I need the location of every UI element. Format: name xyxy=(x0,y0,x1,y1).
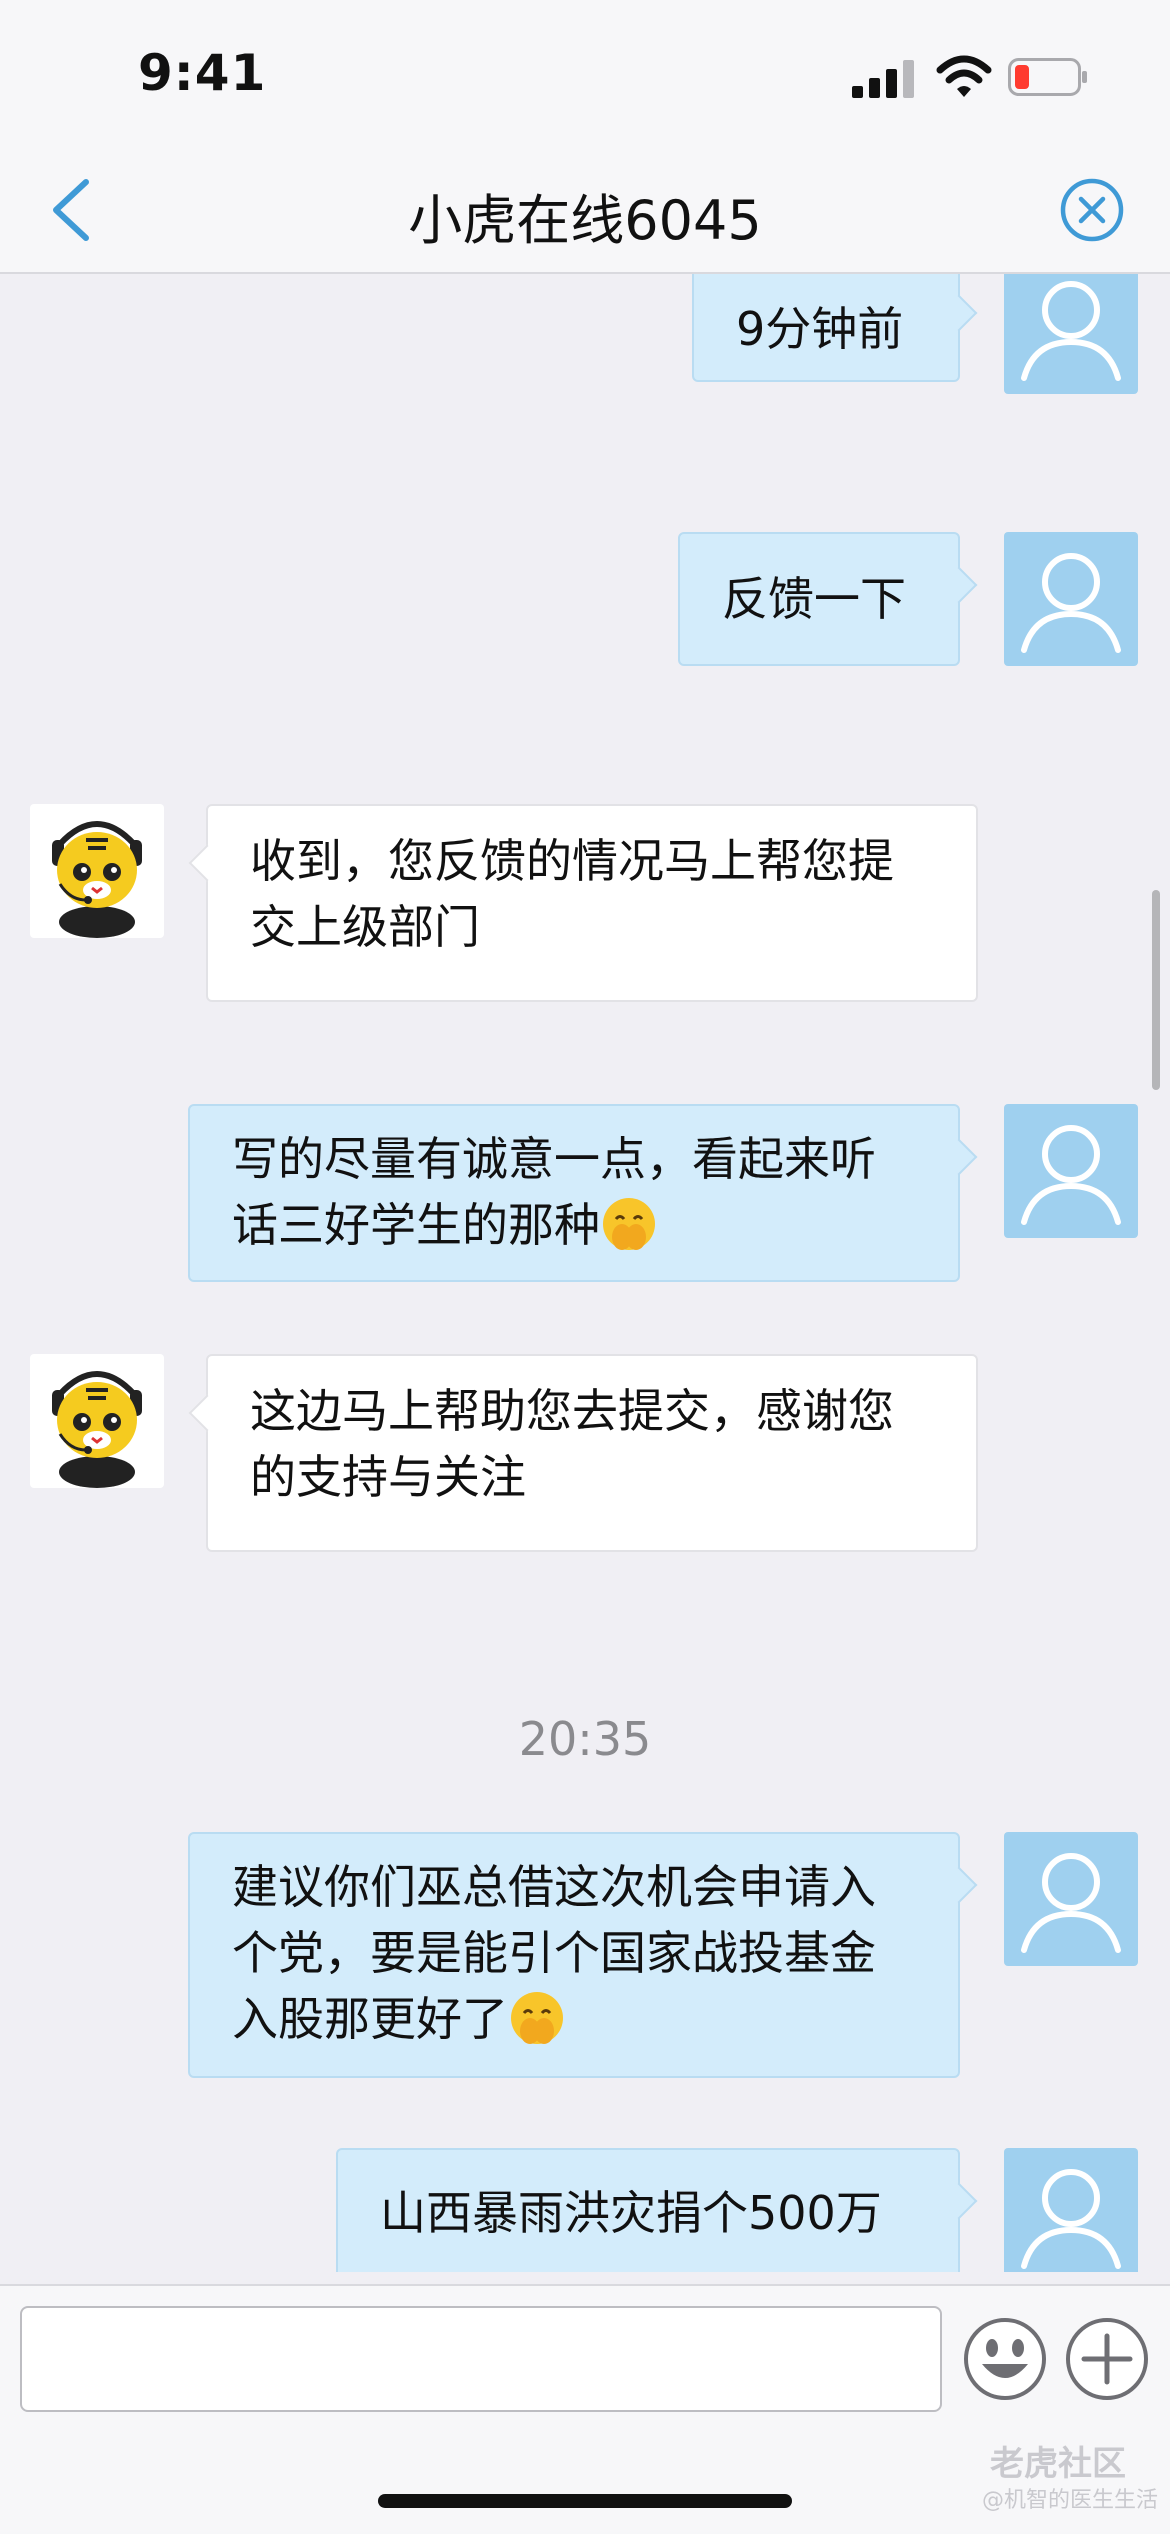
user-avatar-icon xyxy=(1021,2169,1121,2269)
nav-bar: 小虎在线6045 xyxy=(0,150,1170,274)
user-avatar-icon xyxy=(1021,553,1121,653)
chat-message-list[interactable]: 9分钟前 反馈一下 收到，您反馈的情况马上帮您提交上级部门 写的尽量有诚意一点，… xyxy=(0,274,1170,2272)
message-bubble-agent: 这边马上帮助您去提交，感谢您的支持与关注 xyxy=(206,1354,978,1552)
hands-over-mouth-emoji-icon xyxy=(511,1992,563,2044)
user-avatar[interactable] xyxy=(1004,1832,1138,1966)
add-attachment-icon[interactable] xyxy=(1064,2316,1150,2402)
status-bar: 9:41 xyxy=(0,0,1170,150)
user-avatar[interactable] xyxy=(1004,532,1138,666)
message-bubble-user: 反馈一下 xyxy=(678,532,960,666)
message-input[interactable] xyxy=(20,2306,942,2412)
battery-icon xyxy=(1008,58,1087,96)
message-text: 山西暴雨洪灾捐个500万 xyxy=(380,2186,882,2240)
message-text: 收到，您反馈的情况马上帮您提交上级部门 xyxy=(250,834,894,954)
message-text: 写的尽量有诚意一点，看起来听话三好学生的那种 xyxy=(232,1132,876,1252)
tiger-mascot-icon xyxy=(52,1371,142,1488)
wifi-icon xyxy=(936,55,992,97)
message-bubble-user: 写的尽量有诚意一点，看起来听话三好学生的那种 xyxy=(188,1104,960,1282)
user-avatar-icon xyxy=(1021,1125,1121,1225)
hands-over-mouth-emoji-icon xyxy=(603,1198,655,1250)
message-text: 9分钟前 xyxy=(736,302,904,356)
user-avatar[interactable] xyxy=(1004,2148,1138,2272)
message-bubble-agent: 收到，您反馈的情况马上帮您提交上级部门 xyxy=(206,804,978,1002)
message-bubble-user: 9分钟前 xyxy=(692,274,960,382)
message-text: 这边马上帮助您去提交，感谢您的支持与关注 xyxy=(250,1384,894,1504)
chat-scrollbar[interactable] xyxy=(1152,890,1160,1090)
home-indicator xyxy=(378,2494,792,2508)
user-avatar-icon xyxy=(1021,1853,1121,1953)
time-separator: 20:35 xyxy=(518,1712,652,1766)
user-avatar[interactable] xyxy=(1004,274,1138,394)
watermark-author: @机智的医生生活 xyxy=(982,2488,1159,2513)
agent-avatar[interactable] xyxy=(30,804,164,938)
close-chat-icon[interactable] xyxy=(1058,176,1126,244)
message-text: 反馈一下 xyxy=(722,572,906,626)
message-bubble-user: 建议你们巫总借这次机会申请入个党，要是能引个国家战投基金入股那更好了 xyxy=(188,1832,960,2078)
user-avatar-icon xyxy=(1021,281,1121,381)
input-bar: 老虎社区 @机智的医生生活 xyxy=(0,2284,1170,2534)
agent-avatar[interactable] xyxy=(30,1354,164,1488)
chat-title: 小虎在线6045 xyxy=(408,189,762,252)
user-avatar[interactable] xyxy=(1004,1104,1138,1238)
message-bubble-user: 山西暴雨洪灾捐个500万 xyxy=(336,2148,960,2272)
watermark-brand: 老虎社区 xyxy=(990,2444,1126,2484)
tiger-mascot-icon xyxy=(52,821,142,938)
cellular-signal-icon xyxy=(852,60,914,98)
status-time: 9:41 xyxy=(138,44,267,102)
emoji-button-icon[interactable] xyxy=(962,2316,1048,2402)
